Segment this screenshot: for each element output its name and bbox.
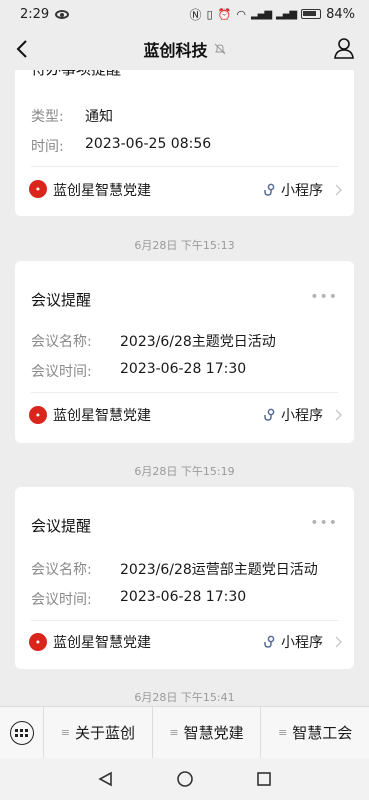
- menu-item-label: 智慧工会: [292, 724, 353, 742]
- message-card[interactable]: 会议提醒 ••• 会议名称: 2023/6/28运营部主题党日活动 会议时间: …: [15, 487, 354, 669]
- more-icon[interactable]: •••: [310, 515, 338, 531]
- timestamp: 6月28日 下午15:41: [134, 691, 235, 704]
- status-time: 2:29: [20, 6, 50, 22]
- card-title: 会议提醒: [31, 291, 92, 309]
- field-label: 时间:: [31, 139, 64, 155]
- chevron-right-icon: [335, 636, 342, 648]
- keyboard-toggle-button[interactable]: [0, 706, 44, 759]
- mini-program-icon: [264, 183, 275, 196]
- status-right: Ⓝ ▯ ⏰ ◠ ▂▄▆ ▂▄▆ 84%: [190, 6, 355, 23]
- field-label: 会议时间:: [31, 592, 92, 608]
- home-circle-icon[interactable]: [176, 770, 194, 788]
- app-logo: ●: [29, 406, 47, 424]
- mini-program-icon: [264, 408, 275, 421]
- menu-bar: ≡ 关于蓝创 ≡ 智慧党建 ≡ 智慧工会: [0, 706, 369, 759]
- profile-button[interactable]: [333, 37, 355, 59]
- chat-area[interactable]: 待办事项提醒 ••• 类型: 通知 时间: 2023-06-25 08:56 ●…: [0, 70, 369, 706]
- nav-bar: 蓝创科技: [0, 28, 369, 70]
- divider: [31, 392, 338, 393]
- nfc-icon: Ⓝ: [189, 7, 202, 22]
- menu-lines-icon: ≡: [60, 726, 70, 739]
- mute-bell-icon: [214, 43, 225, 55]
- app-logo: ●: [29, 633, 47, 651]
- field-value: 2023-06-28 17:30: [120, 589, 247, 605]
- field-value: 2023-06-28 17:30: [120, 361, 247, 377]
- field-label: 会议时间:: [31, 364, 92, 380]
- more-icon[interactable]: •••: [310, 70, 338, 74]
- wifi-icon: ◠: [236, 7, 246, 21]
- message-card[interactable]: 会议提醒 ••• 会议名称: 2023/6/28主题党日活动 会议时间: 202…: [15, 261, 354, 443]
- card-title: 待办事项提醒: [31, 70, 121, 79]
- menu-item-label: 关于蓝创: [74, 724, 135, 742]
- field-value: 通知: [85, 109, 113, 125]
- menu-item-label: 智慧党建: [183, 724, 244, 742]
- page-title: 蓝创科技: [143, 41, 208, 60]
- message-card[interactable]: 待办事项提醒 ••• 类型: 通知 时间: 2023-06-25 08:56 ●…: [15, 70, 354, 216]
- signal-icon-1: ▂▄▆: [250, 8, 272, 20]
- signal-icon-2: ▂▄▆: [276, 8, 297, 20]
- source-name: 蓝创星智慧党建: [53, 408, 151, 424]
- back-button[interactable]: [12, 38, 32, 60]
- system-nav-bar: [0, 758, 369, 800]
- keyboard-icon: [9, 720, 34, 745]
- status-bar: 2:29 Ⓝ ▯ ⏰ ◠ ▂▄▆ ▂▄▆ 84%: [0, 0, 369, 28]
- menu-item-party[interactable]: ≡ 智慧党建: [153, 706, 262, 759]
- recents-square-icon[interactable]: [256, 771, 272, 787]
- divider: [31, 620, 338, 621]
- timestamp: 6月28日 下午15:13: [134, 239, 235, 252]
- eye-icon: [55, 9, 70, 19]
- person-icon: [334, 38, 354, 59]
- chevron-left-icon: [16, 40, 27, 58]
- source-name: 蓝创星智慧党建: [53, 183, 151, 199]
- field-value: 2023/6/28运营部主题党日活动: [120, 562, 318, 578]
- field-label: 类型:: [31, 109, 64, 125]
- field-value: 2023/6/28主题党日活动: [120, 334, 276, 350]
- chevron-right-icon: [335, 409, 342, 421]
- source-name: 蓝创星智慧党建: [53, 635, 151, 651]
- more-icon[interactable]: •••: [310, 289, 338, 305]
- field-label: 会议名称:: [31, 562, 92, 578]
- menu-item-union[interactable]: ≡ 智慧工会: [261, 707, 369, 759]
- status-left: 2:29: [20, 6, 70, 22]
- menu-lines-icon: ≡: [169, 726, 179, 739]
- mini-program-label: 小程序: [281, 183, 323, 199]
- alarm-icon: ⏰: [217, 7, 232, 21]
- field-label: 会议名称:: [31, 334, 92, 350]
- nav-title-wrap: 蓝创科技: [143, 37, 225, 61]
- app-logo: ●: [29, 180, 47, 198]
- mini-program-label: 小程序: [281, 408, 323, 424]
- menu-item-about[interactable]: ≡ 关于蓝创: [44, 706, 153, 759]
- timestamp: 6月28日 下午15:19: [134, 465, 235, 478]
- menu-lines-icon: ≡: [278, 726, 288, 739]
- chevron-right-icon: [335, 184, 342, 196]
- card-title: 会议提醒: [31, 517, 92, 535]
- mini-program-icon: [264, 635, 275, 648]
- battery-icon: [301, 9, 322, 19]
- battery-percent: 84%: [326, 6, 355, 22]
- mini-program-label: 小程序: [281, 635, 323, 651]
- divider: [31, 166, 338, 167]
- field-value: 2023-06-25 08:56: [85, 136, 212, 152]
- vibrate-icon: ▯: [206, 7, 213, 21]
- back-triangle-icon[interactable]: [97, 771, 114, 787]
